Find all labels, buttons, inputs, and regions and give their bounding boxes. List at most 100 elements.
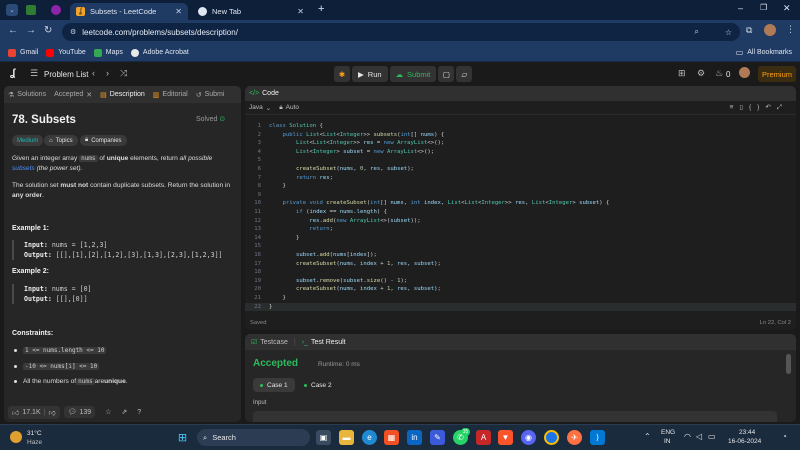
postman-icon[interactable]: ✈ <box>567 430 582 445</box>
share-icon[interactable]: ⇗ <box>121 408 127 416</box>
weather-icon[interactable] <box>10 431 22 443</box>
mode-label[interactable]: Auto <box>286 104 299 111</box>
windows-start-icon[interactable]: ⊞ <box>175 430 190 445</box>
debug-button[interactable]: ✱ <box>334 66 350 82</box>
streak-fire-icon[interactable]: ♨ <box>715 68 723 79</box>
code-editor[interactable]: 1 class Solution {2 public List<List<Inte… <box>245 119 796 315</box>
next-problem-icon[interactable]: › <box>106 68 109 78</box>
store-icon[interactable]: ▦ <box>384 430 399 445</box>
new-tab-plus-icon[interactable]: + <box>318 3 324 15</box>
taskbar-search[interactable]: ⌕ Search <box>197 429 310 446</box>
reload-icon[interactable]: ↻ <box>44 25 52 36</box>
tab-search-icon[interactable]: ⌄ <box>6 4 18 16</box>
code-line[interactable]: 8 } <box>245 182 796 191</box>
code-line[interactable]: 4 List<Integer> subset = new ArrayList<>… <box>245 148 796 157</box>
problem-list-link[interactable]: Problem List <box>44 70 88 79</box>
bookmark-adobe-acrobat[interactable]: Adobe Acrobat <box>130 48 189 57</box>
comment-button[interactable]: ▱ <box>456 66 473 82</box>
extensions-icon[interactable]: ⧉ <box>746 25 752 36</box>
forward-icon[interactable]: → <box>26 25 36 36</box>
topics-button[interactable]: ⌂ Topics <box>44 135 78 146</box>
wifi-icon[interactable]: ◠ <box>684 432 691 441</box>
notes-button[interactable]: ▢ <box>438 66 455 82</box>
all-bookmarks[interactable]: ▭ All Bookmarks <box>736 48 792 57</box>
braces-icon[interactable]: {} <box>749 104 765 111</box>
code-line[interactable]: 10 private void createSubset(int[] nums,… <box>245 199 796 208</box>
format-icon[interactable]: ≡ <box>730 104 740 111</box>
code-line[interactable]: 6 createSubset(nums, 0, res, subset); <box>245 165 796 174</box>
code-line[interactable]: 11 if (index == nums.length) { <box>245 208 796 217</box>
tab-solutions[interactable]: ⚗ Solutions <box>8 91 46 99</box>
bookmark-gmail[interactable]: Gmail <box>8 48 38 57</box>
tab-app-icon[interactable] <box>26 5 36 15</box>
avatar[interactable] <box>764 24 776 36</box>
volume-icon[interactable]: ◁ <box>696 432 702 441</box>
tab-testcase[interactable]: Testcase <box>260 339 288 346</box>
star-icon[interactable]: ☆ <box>105 408 111 416</box>
zoom-icon[interactable]: ⌕ <box>694 27 698 37</box>
tab-subsets[interactable]: ʆ Subsets - LeetCode ✕ <box>70 3 188 20</box>
companies-button[interactable]: 🔒︎ Companies <box>80 135 127 146</box>
battery-icon[interactable]: ▭ <box>708 432 716 441</box>
address-bar[interactable]: ⚙ leetcode.com/problems/subsets/descript… <box>62 23 740 41</box>
bookmark-icon[interactable]: ▯ <box>739 104 749 111</box>
language-select[interactable]: Java <box>249 104 263 111</box>
app-icon[interactable]: in <box>407 430 422 445</box>
case-1-tab[interactable]: Case 1 <box>253 378 295 392</box>
code-line[interactable]: 18 <box>245 268 796 277</box>
code-line[interactable]: 17 createSubset(nums, index + 1, res, su… <box>245 260 796 269</box>
list-icon[interactable]: ☰ <box>30 68 38 79</box>
chevron-up-icon[interactable]: ⌃ <box>644 432 651 441</box>
tab-new-tab[interactable]: New Tab ✕ <box>192 3 310 20</box>
menu-kebab-icon[interactable]: ⋮ <box>786 24 795 35</box>
settings-gear-icon[interactable]: ⚙ <box>697 68 705 79</box>
code-line[interactable]: 2 public List<List<Integer>> subsets(int… <box>245 131 796 140</box>
case-2-tab[interactable]: Case 2 <box>297 378 339 392</box>
layout-icon[interactable]: ⊞ <box>678 68 686 79</box>
code-line[interactable]: 5 <box>245 156 796 165</box>
site-info-icon[interactable]: ⚙ <box>70 28 76 36</box>
run-button[interactable]: ▶ Run <box>352 66 388 82</box>
brave-icon[interactable]: ▼ <box>498 430 513 445</box>
tab-submissions[interactable]: ↺ Submi <box>196 91 225 99</box>
acrobat-icon[interactable]: A <box>476 430 491 445</box>
code-line[interactable]: 20 createSubset(nums, index + 1, res, su… <box>245 285 796 294</box>
reset-icon[interactable]: ↶ <box>765 104 776 111</box>
prev-problem-icon[interactable]: ‹ <box>92 68 95 78</box>
tab-profile-icon[interactable] <box>51 5 61 15</box>
bookmark-maps[interactable]: Maps <box>93 48 123 57</box>
code-line[interactable]: 9 <box>245 191 796 200</box>
difficulty-badge[interactable]: Medium <box>12 135 44 146</box>
leetcode-logo-icon[interactable]: ʆ <box>10 68 15 79</box>
minimize-icon[interactable]: – <box>738 3 743 13</box>
back-icon[interactable]: ← <box>8 25 18 36</box>
code-line[interactable]: 12 res.add(new ArrayList<>(subset)); <box>245 217 796 226</box>
shuffle-icon[interactable]: ⤨ <box>120 68 127 79</box>
vscode-icon[interactable]: ⟩ <box>590 430 605 445</box>
close-tab-icon[interactable]: ✕ <box>297 7 304 16</box>
tab-accepted[interactable]: Accepted ✕ <box>54 91 92 99</box>
comments-button[interactable]: 💬︎ 139 <box>63 406 96 418</box>
bookmark-youtube[interactable]: YouTube <box>46 48 86 57</box>
clock-time[interactable]: 23:44 <box>739 429 755 436</box>
user-avatar[interactable] <box>739 67 750 78</box>
code-line[interactable]: 14 } <box>245 234 796 243</box>
close-tab-icon[interactable]: ✕ <box>175 7 182 16</box>
help-icon[interactable]: ? <box>137 409 141 416</box>
submit-button[interactable]: ☁ Submit <box>389 66 437 82</box>
edge-icon[interactable]: e <box>362 430 377 445</box>
scrollbar[interactable] <box>786 354 791 374</box>
expand-icon[interactable]: ⤢ <box>777 104 788 111</box>
bookmark-star-icon[interactable]: ☆ <box>725 28 732 37</box>
tab-editorial[interactable]: ▥ Editorial <box>153 91 188 99</box>
tab-description[interactable]: ▤ Description <box>100 91 145 99</box>
code-line[interactable]: 3 List<List<Integer>> res = new ArrayLis… <box>245 139 796 148</box>
code-line[interactable]: 22} <box>245 302 796 312</box>
code-line[interactable]: 16 subset.add(nums[index]); <box>245 251 796 260</box>
close-tab-icon[interactable]: ✕ <box>86 91 92 99</box>
pen-app-icon[interactable]: ✎ <box>430 430 445 445</box>
code-line[interactable]: 13 return; <box>245 225 796 234</box>
code-line[interactable]: 21 } <box>245 294 796 303</box>
premium-button[interactable]: Premium <box>758 66 796 82</box>
thumbs-down-icon[interactable]: 👎︎ <box>48 408 55 417</box>
